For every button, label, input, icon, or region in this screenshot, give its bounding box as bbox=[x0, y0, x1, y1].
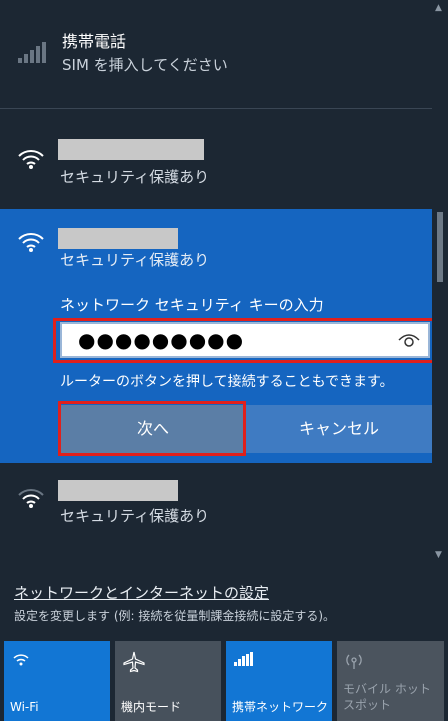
tile-wifi[interactable]: Wi-Fi bbox=[4, 641, 110, 721]
settings-description: 設定を変更します (例: 接続を従量制課金接続に設定する)。 bbox=[14, 609, 336, 623]
wifi-network-item[interactable]: セキュリティ保護あり bbox=[0, 463, 432, 566]
wifi-secure-icon bbox=[16, 227, 46, 259]
ssid-redacted bbox=[58, 228, 178, 249]
cellular-status: SIM を挿入してください bbox=[62, 56, 228, 74]
cellular-icon bbox=[234, 651, 254, 670]
tile-airplane-mode[interactable]: 機内モード bbox=[115, 641, 221, 721]
security-label: セキュリティ保護あり bbox=[60, 507, 210, 525]
wifi-secure-icon bbox=[16, 483, 46, 515]
quick-action-tiles: Wi-Fi 機内モード 携帯ネットワーク モバイル ホットスポット bbox=[0, 638, 448, 721]
tile-mobile-hotspot[interactable]: モバイル ホットスポット bbox=[337, 641, 444, 721]
tile-label: Wi-Fi bbox=[10, 700, 39, 714]
security-key-label: ネットワーク セキュリティ キーの入力 bbox=[60, 296, 324, 314]
wps-hint: ルーターのボタンを押して接続することもできます。 bbox=[60, 374, 394, 390]
ssid-redacted bbox=[58, 139, 204, 160]
tile-cellular[interactable]: 携帯ネットワーク bbox=[226, 641, 332, 721]
network-list: 携帯電話 SIM を挿入してください セキュリティ保護あり セキュリティ保護あり… bbox=[0, 0, 437, 566]
hotspot-icon bbox=[345, 651, 363, 673]
tile-label: 機内モード bbox=[121, 700, 182, 714]
highlight-box-next bbox=[58, 401, 246, 456]
tile-label: モバイル ホットスポット bbox=[343, 682, 431, 712]
network-flyout: 携帯電話 SIM を挿入してください セキュリティ保護あり セキュリティ保護あり… bbox=[0, 0, 448, 721]
settings-section: ネットワークとインターネットの設定 設定を変更します (例: 接続を従量制課金接… bbox=[0, 566, 448, 638]
cancel-button[interactable]: キャンセル bbox=[246, 405, 432, 453]
tile-label: 携帯ネットワーク bbox=[232, 700, 329, 714]
scroll-up-icon[interactable]: ▲ bbox=[435, 3, 442, 13]
airplane-icon bbox=[123, 651, 145, 677]
list-scrollbar[interactable]: ▲ ▼ bbox=[432, 0, 448, 566]
scroll-thumb[interactable] bbox=[437, 212, 443, 282]
wifi-icon bbox=[12, 651, 30, 671]
network-settings-link[interactable]: ネットワークとインターネットの設定 bbox=[14, 582, 269, 603]
scroll-down-icon[interactable]: ▼ bbox=[435, 550, 442, 560]
highlight-box-key bbox=[53, 318, 437, 363]
divider bbox=[0, 108, 432, 109]
cellular-network-item[interactable]: 携帯電話 SIM を挿入してください bbox=[0, 0, 432, 108]
cellular-name: 携帯電話 bbox=[62, 32, 127, 51]
security-label: セキュリティ保護あり bbox=[60, 251, 210, 269]
wifi-network-item-selected[interactable]: セキュリティ保護あり ネットワーク セキュリティ キーの入力 ●●●●●●●●●… bbox=[0, 209, 437, 463]
security-label: セキュリティ保護あり bbox=[60, 168, 210, 186]
wifi-network-item[interactable]: セキュリティ保護あり bbox=[0, 126, 432, 222]
cellular-signal-icon bbox=[18, 40, 46, 68]
wifi-secure-icon bbox=[16, 144, 46, 176]
ssid-redacted bbox=[58, 480, 178, 501]
